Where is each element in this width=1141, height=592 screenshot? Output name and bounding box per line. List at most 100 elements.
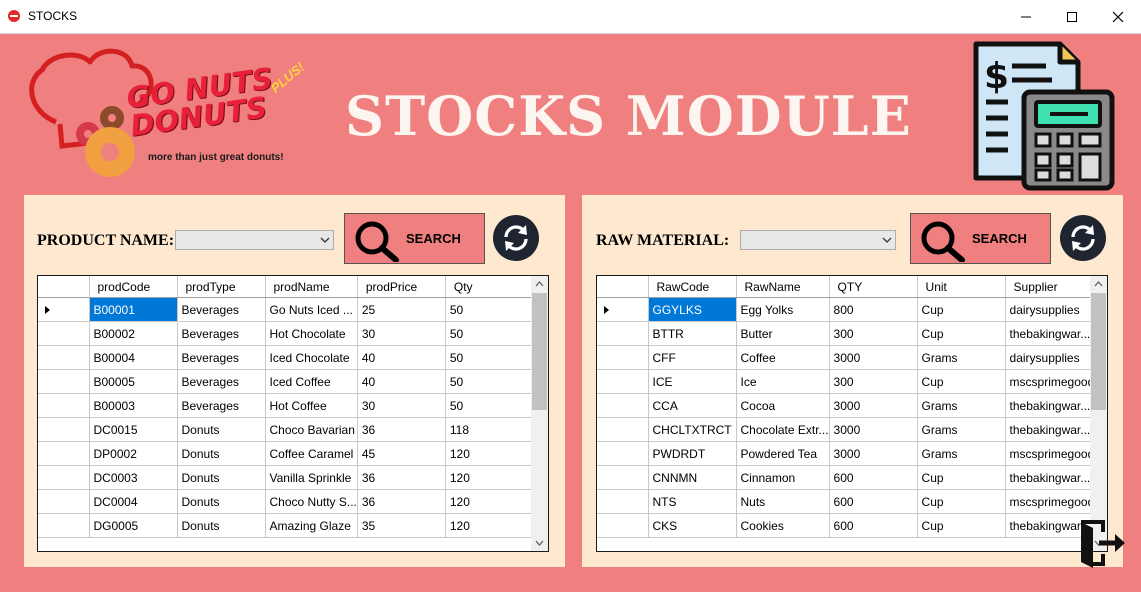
product-table-row[interactable]: DC0003 Donuts Vanilla Sprinkle 36 120 [38, 465, 534, 490]
product-cell[interactable]: DP0002 [89, 441, 178, 466]
product-cell[interactable]: DC0003 [89, 465, 178, 490]
material-row-header[interactable] [597, 393, 649, 418]
material-table-row[interactable]: NTS Nuts 600 Cup mscsprimegoods [597, 489, 1102, 514]
material-row-header[interactable] [597, 417, 649, 442]
product-row-header[interactable] [38, 297, 90, 322]
material-cell[interactable]: Cup [917, 513, 1006, 538]
material-cell[interactable]: 300 [829, 321, 918, 346]
material-row-header[interactable] [597, 345, 649, 370]
material-cell[interactable]: CNNMN [648, 465, 737, 490]
product-cell[interactable]: 30 [357, 321, 446, 346]
material-cell[interactable]: thebakingwar... [1005, 321, 1102, 346]
product-cell[interactable]: 35 [357, 513, 446, 538]
product-row-header[interactable] [38, 321, 90, 346]
material-cell[interactable]: Grams [917, 441, 1006, 466]
product-cell[interactable]: 50 [445, 297, 534, 322]
material-table-row[interactable]: GGYLKS Egg Yolks 800 Cup dairysupplies [597, 297, 1102, 322]
material-cell[interactable]: NTS [648, 489, 737, 514]
product-table-row[interactable]: DC0004 Donuts Choco Nutty S... 36 120 [38, 489, 534, 514]
material-cell[interactable]: CHCLTXTRCT [648, 417, 737, 442]
product-cell[interactable]: B00001 [89, 297, 178, 322]
material-cell[interactable]: 3000 [829, 345, 918, 370]
product-row-header[interactable] [38, 417, 90, 442]
material-cell[interactable]: 800 [829, 297, 918, 322]
product-cell[interactable]: 30 [357, 393, 446, 418]
material-table-row[interactable]: CCA Cocoa 3000 Grams thebakingwar... [597, 393, 1102, 418]
material-cell[interactable]: 600 [829, 513, 918, 538]
product-name-dropdown[interactable] [175, 230, 334, 250]
material-cell[interactable]: 600 [829, 489, 918, 514]
material-cell[interactable]: CFF [648, 345, 737, 370]
product-row-header[interactable] [38, 369, 90, 394]
products-scrollbar[interactable] [531, 276, 548, 551]
material-cell[interactable]: dairysupplies [1005, 297, 1102, 322]
material-cell[interactable]: Cup [917, 321, 1006, 346]
material-cell[interactable]: thebakingwar... [1005, 393, 1102, 418]
product-cell[interactable]: 36 [357, 465, 446, 490]
material-cell[interactable]: Ice [736, 369, 830, 394]
material-cell[interactable]: Cinnamon [736, 465, 830, 490]
material-cell[interactable]: 3000 [829, 441, 918, 466]
material-cell[interactable]: BTTR [648, 321, 737, 346]
products-grid[interactable]: prodCode prodType prodName prodPrice Qty B00… [37, 275, 549, 552]
product-column-header[interactable]: prodPrice [357, 276, 446, 298]
product-cell[interactable]: 40 [357, 369, 446, 394]
product-cell[interactable]: Beverages [177, 297, 266, 322]
material-column-header[interactable]: RawName [736, 276, 830, 298]
raw-material-dropdown[interactable] [740, 230, 896, 250]
product-cell[interactable]: Iced Chocolate [265, 345, 358, 370]
product-table-row[interactable]: B00005 Beverages Iced Coffee 40 50 [38, 369, 534, 394]
material-column-header[interactable]: Unit [917, 276, 1006, 298]
product-cell[interactable]: Hot Coffee [265, 393, 358, 418]
product-table-row[interactable]: B00004 Beverages Iced Chocolate 40 50 [38, 345, 534, 370]
product-cell[interactable]: 50 [445, 345, 534, 370]
product-cell[interactable]: 36 [357, 489, 446, 514]
product-cell[interactable]: Donuts [177, 441, 266, 466]
material-cell[interactable]: dairysupplies [1005, 345, 1102, 370]
material-table-row[interactable]: CFF Coffee 3000 Grams dairysupplies [597, 345, 1102, 370]
chevron-up-icon[interactable] [1094, 281, 1103, 287]
material-table-row[interactable]: PWDRDT Powdered Tea 3000 Grams mscsprimegood… [597, 441, 1102, 466]
product-column-header[interactable]: Qty [445, 276, 534, 298]
material-cell[interactable]: mscsprimegoods [1005, 369, 1102, 394]
material-cell[interactable]: Grams [917, 345, 1006, 370]
product-table-row[interactable]: DP0002 Donuts Coffee Caramel 45 120 [38, 441, 534, 466]
product-cell[interactable]: B00002 [89, 321, 178, 346]
material-cell[interactable]: CKS [648, 513, 737, 538]
product-search-button[interactable]: SEARCH [344, 213, 485, 264]
product-cell[interactable]: Donuts [177, 465, 266, 490]
material-cell[interactable]: CCA [648, 393, 737, 418]
product-cell[interactable]: Choco Nutty S... [265, 489, 358, 514]
product-column-header[interactable]: prodType [177, 276, 266, 298]
product-cell[interactable]: DG0005 [89, 513, 178, 538]
material-cell[interactable]: 300 [829, 369, 918, 394]
product-column-header[interactable]: prodName [265, 276, 358, 298]
material-cell[interactable]: mscsprimegoods [1005, 441, 1102, 466]
product-cell[interactable]: 120 [445, 489, 534, 514]
product-row-header[interactable] [38, 465, 90, 490]
product-cell[interactable]: Go Nuts Iced ... [265, 297, 358, 322]
material-cell[interactable]: Grams [917, 393, 1006, 418]
exit-icon[interactable] [1077, 520, 1127, 568]
chevron-up-icon[interactable] [535, 281, 544, 287]
product-cell[interactable]: 118 [445, 417, 534, 442]
material-table-row[interactable]: ICE Ice 300 Cup mscsprimegoods [597, 369, 1102, 394]
product-row-header[interactable] [38, 393, 90, 418]
product-table-row[interactable]: DC0015 Donuts Choco Bavarian 36 118 [38, 417, 534, 442]
material-cell[interactable]: thebakingwar... [1005, 465, 1102, 490]
material-row-header[interactable] [597, 297, 649, 322]
product-corner-header[interactable] [38, 276, 90, 298]
product-cell[interactable]: Donuts [177, 513, 266, 538]
close-button[interactable] [1095, 0, 1141, 33]
material-cell[interactable]: ICE [648, 369, 737, 394]
material-cell[interactable]: Cookies [736, 513, 830, 538]
product-cell[interactable]: Iced Coffee [265, 369, 358, 394]
product-cell[interactable]: 50 [445, 393, 534, 418]
product-cell[interactable]: 50 [445, 369, 534, 394]
product-cell[interactable]: Beverages [177, 321, 266, 346]
product-cell[interactable]: 36 [357, 417, 446, 442]
product-table-row[interactable]: DG0005 Donuts Amazing Glaze 35 120 [38, 513, 534, 538]
product-row-header[interactable] [38, 345, 90, 370]
material-cell[interactable]: Butter [736, 321, 830, 346]
material-column-header[interactable]: QTY [829, 276, 918, 298]
